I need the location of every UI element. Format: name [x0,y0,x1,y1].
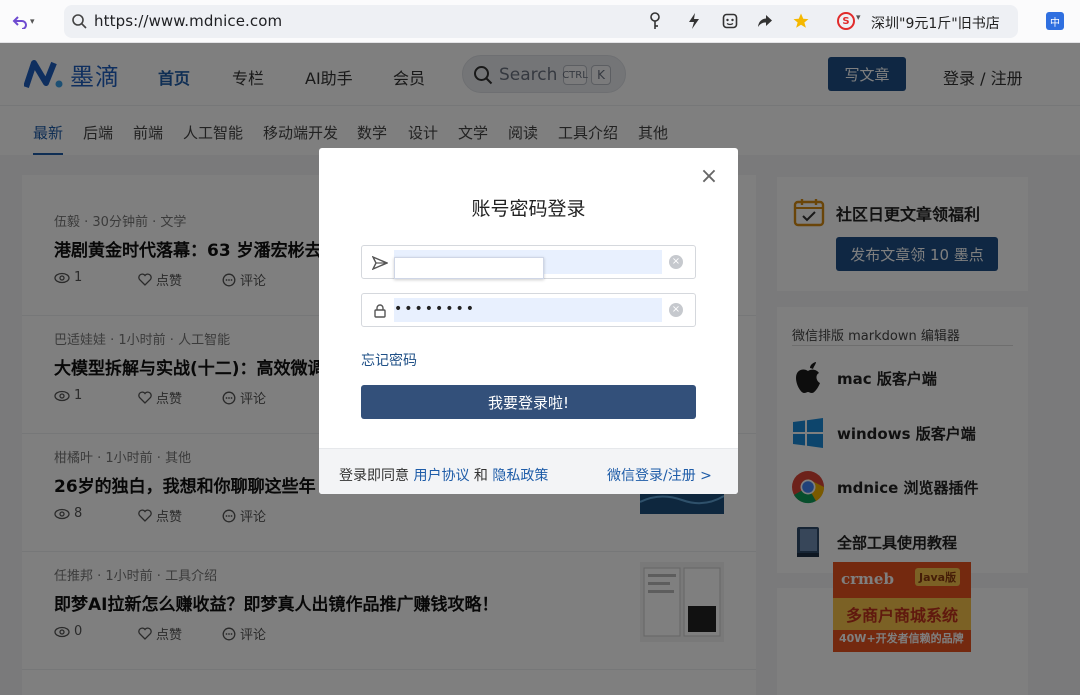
extension-icon[interactable] [720,11,740,31]
send-icon [371,254,389,272]
browser-toolbar: ▾ https://www.mdnice.com S ▾ 深圳"9元1斤"旧书店… [0,0,1080,43]
password-field[interactable]: •••••••• × [361,293,696,327]
key-icon[interactable] [645,11,665,31]
back-button[interactable]: ▾ [12,9,48,35]
lightning-icon[interactable] [684,11,704,31]
search-engine-icon[interactable]: S [837,12,855,30]
url-text[interactable]: https://www.mdnice.com [94,12,282,30]
password-clear-icon[interactable]: × [669,303,683,317]
translate-icon[interactable]: 中 [1046,12,1064,30]
address-search-icon [72,14,87,29]
agreement-text: 登录即同意 用户协议 和 隐私政策 [339,468,549,484]
favorite-star-icon[interactable] [791,11,811,31]
user-agreement-link[interactable]: 用户协议 [413,468,469,484]
close-icon[interactable]: × [699,166,719,188]
password-value: •••••••• [394,301,477,317]
search-engine-dropdown-icon[interactable]: ▾ [856,13,861,23]
forgot-password-link[interactable]: 忘记密码 [361,350,417,370]
back-dropdown-icon[interactable]: ▾ [30,17,35,27]
modal-footer: 登录即同意 用户协议 和 隐私政策 微信登录/注册 > [319,448,738,494]
modal-title: 账号密码登录 [471,198,586,220]
username-clear-icon[interactable]: × [669,255,683,269]
privacy-policy-link[interactable]: 隐私政策 [492,468,548,484]
wechat-login-link[interactable]: 微信登录/注册 > [607,465,712,485]
address-bar[interactable]: https://www.mdnice.com S ▾ 深圳"9元1斤"旧书店 [64,5,1018,38]
login-modal: × 账号密码登录 × •••••••• × 忘记密码 我要登录啦! 登录即同意 … [319,148,738,494]
share-icon[interactable] [755,11,775,31]
lock-icon [371,302,389,320]
hot-search-text[interactable]: 深圳"9元1斤"旧书店 [871,13,1011,33]
autofill-suggestion[interactable] [394,257,544,279]
login-submit-button[interactable]: 我要登录啦! [361,385,696,419]
back-arrow-icon [12,16,27,29]
